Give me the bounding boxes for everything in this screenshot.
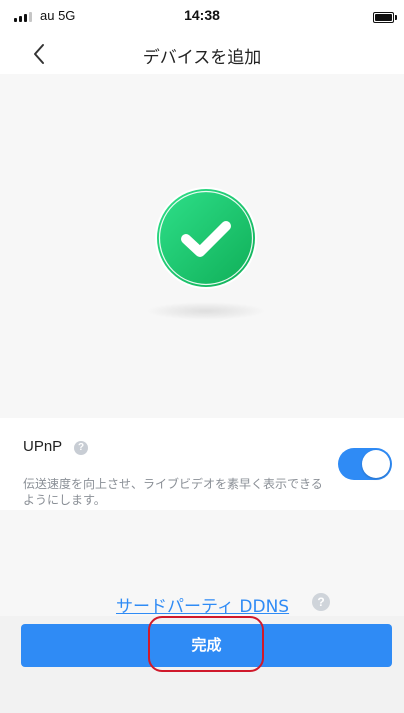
status-time: 14:38 — [184, 7, 220, 23]
help-icon[interactable]: ? — [74, 441, 88, 455]
battery-icon — [373, 12, 397, 23]
upnp-description: 伝送速度を向上させ、ライブビデオを素早く表示できるようにします。 — [23, 477, 323, 507]
page-title: デバイスを追加 — [142, 48, 262, 68]
status-bar: au 5G 14:38 — [0, 0, 404, 34]
done-button[interactable]: 完成 — [21, 624, 392, 667]
third-party-ddns-link[interactable]: サードパーティ DDNS — [116, 592, 289, 617]
upnp-toggle[interactable] — [338, 448, 392, 480]
nav-bar: デバイスを追加 — [0, 34, 404, 74]
upnp-setting: UPnP ? 伝送速度を向上させ、ライブビデオを素早く表示できるようにします。 — [0, 418, 404, 510]
success-hero — [0, 74, 404, 418]
footer: 完成 — [0, 616, 404, 713]
upnp-title: UPnP — [23, 438, 63, 455]
check-circle-icon — [154, 186, 258, 290]
help-icon[interactable]: ? — [312, 593, 330, 611]
toggle-knob — [362, 450, 390, 478]
badge-shadow — [146, 302, 266, 320]
